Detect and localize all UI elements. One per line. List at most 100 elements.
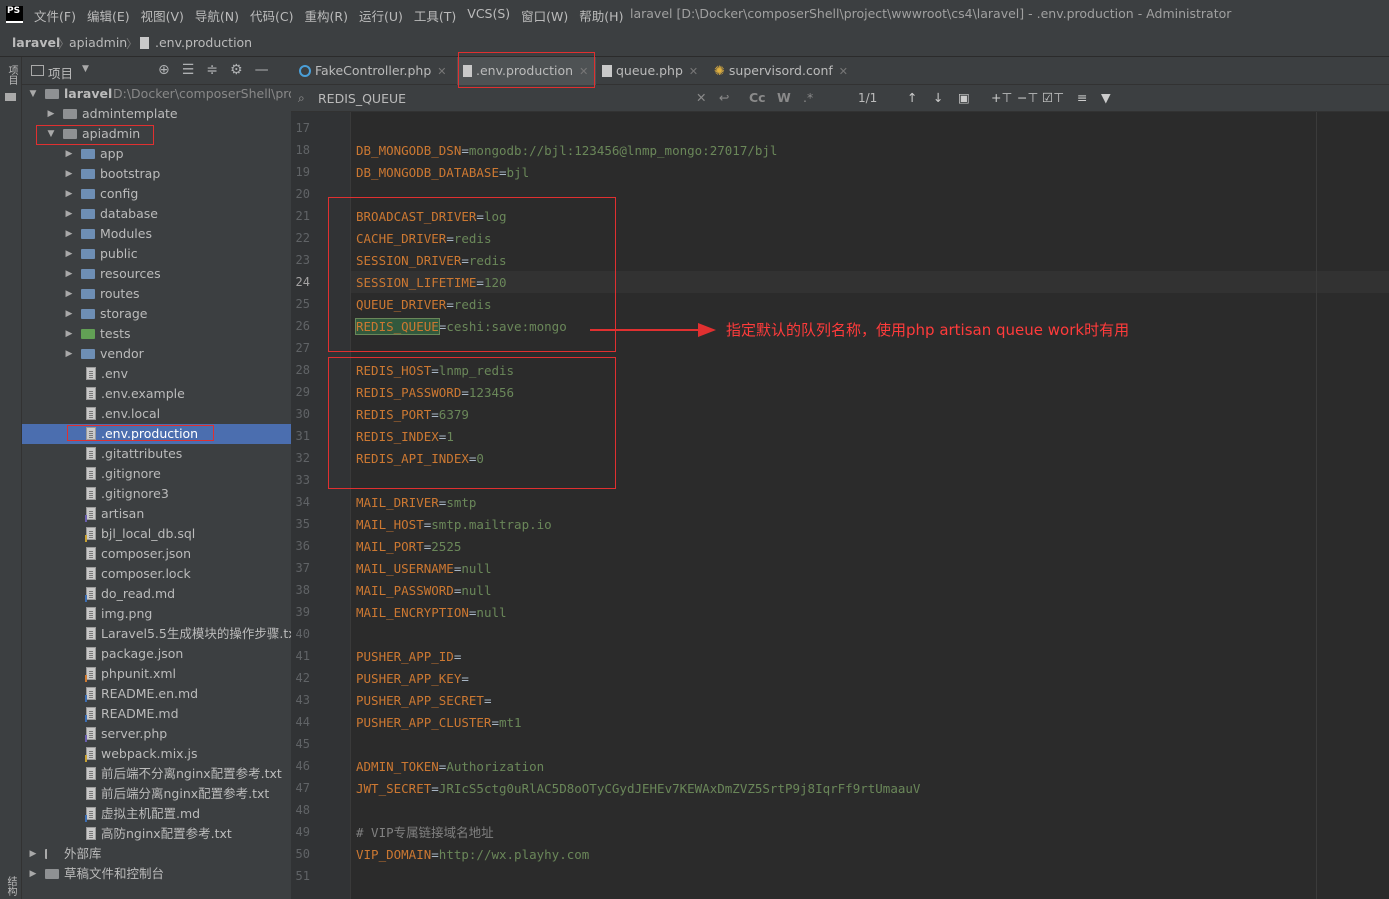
chevron-right-icon[interactable]: ▶ <box>28 864 38 884</box>
code-line[interactable]: VIP_DOMAIN=http://wx.playhy.com <box>356 844 589 866</box>
menu-item[interactable]: 导航(N) <box>195 6 239 25</box>
project-panel-title[interactable]: 项目 <box>48 63 73 82</box>
tree-folder-row[interactable]: ▶ storage <box>22 304 291 324</box>
tree-file-row[interactable]: .gitattributes <box>22 444 291 464</box>
breadcrumb-folder[interactable]: apiadmin <box>69 35 127 50</box>
tree-folder-row[interactable]: ▶ app <box>22 144 291 164</box>
tree-folder-row[interactable]: ▶ tests <box>22 324 291 344</box>
tree-file-row[interactable]: server.php <box>22 724 291 744</box>
search-icon[interactable]: ⌕ <box>298 91 305 106</box>
menu-item[interactable]: 代码(C) <box>250 6 293 25</box>
chevron-right-icon[interactable]: ▶ <box>64 304 74 324</box>
tab-supervisord-conf[interactable]: ✺ supervisord.conf ✕ <box>714 57 848 85</box>
arrow-down-icon[interactable]: ↓ <box>933 90 943 105</box>
tree-folder-row[interactable]: ▶ database <box>22 204 291 224</box>
arrow-up-icon[interactable]: ↑ <box>907 90 917 105</box>
locate-icon[interactable]: ⊕ <box>158 62 170 78</box>
tree-file-row[interactable]: README.en.md <box>22 684 291 704</box>
code-line[interactable]: MAIL_USERNAME=null <box>356 558 491 580</box>
tree-file-row[interactable]: .env.example <box>22 384 291 404</box>
tree-file-row[interactable]: do_read.md <box>22 584 291 604</box>
tree-file-row[interactable]: .env.local <box>22 404 291 424</box>
clear-icon[interactable]: ✕ <box>696 90 706 105</box>
tree-file-row[interactable]: 前后端不分离nginx配置参考.txt <box>22 764 291 784</box>
chevron-right-icon[interactable]: ▶ <box>64 264 74 284</box>
breadcrumb-file[interactable]: .env.production <box>155 35 252 50</box>
menu-item[interactable]: 运行(U) <box>359 6 403 25</box>
code-line[interactable]: DB_MONGODB_DSN=mongodb://bjl:123456@lnmp… <box>356 140 777 162</box>
menu-item[interactable]: 帮助(H) <box>579 6 623 25</box>
tree-folder-row[interactable]: ▶ 外部库 <box>22 844 291 864</box>
chevron-down-icon[interactable]: ▼ <box>82 64 89 74</box>
menu-item[interactable]: 文件(F) <box>34 6 76 25</box>
words-button[interactable]: W <box>777 90 791 105</box>
chevron-right-icon[interactable]: ▶ <box>64 164 74 184</box>
tree-folder-row[interactable]: ▶ public <box>22 244 291 264</box>
code-line[interactable]: MAIL_HOST=smtp.mailtrap.io <box>356 514 552 536</box>
tree-folder-row[interactable]: ▶ bootstrap <box>22 164 291 184</box>
tree-file-row[interactable]: 虚拟主机配置.md <box>22 804 291 824</box>
tree-folder-row[interactable]: ▶ resources <box>22 264 291 284</box>
tree-folder-row[interactable]: ▶ vendor <box>22 344 291 364</box>
tree-folder-row[interactable]: ▶ Modules <box>22 224 291 244</box>
code-line[interactable]: PUSHER_APP_SECRET= <box>356 690 491 712</box>
remove-occurrence-icon[interactable]: −⊤ <box>1017 90 1038 105</box>
tree-file-row[interactable]: phpunit.xml <box>22 664 291 684</box>
new-line-icon[interactable]: ↩ <box>719 90 729 105</box>
tree-folder-row[interactable]: ▶ routes <box>22 284 291 304</box>
code-line[interactable]: MAIL_DRIVER=smtp <box>356 492 476 514</box>
regex-button[interactable]: .* <box>803 90 813 105</box>
filter-icon[interactable]: ▼ <box>1101 90 1111 105</box>
select-all-icon[interactable]: ▣ <box>958 90 970 105</box>
tree-folder-row[interactable]: ▶ config <box>22 184 291 204</box>
gear-icon[interactable]: ⚙ <box>230 62 243 78</box>
menu-item[interactable]: 窗口(W) <box>521 6 568 25</box>
tree-file-row[interactable]: composer.lock <box>22 564 291 584</box>
chevron-right-icon[interactable]: ▶ <box>64 224 74 244</box>
chevron-right-icon[interactable]: ▶ <box>64 344 74 364</box>
tree-file-row[interactable]: README.md <box>22 704 291 724</box>
tree-file-row[interactable]: .gitignore3 <box>22 484 291 504</box>
code-line[interactable]: DB_MONGODB_DATABASE=bjl <box>356 162 529 184</box>
tree-file-row[interactable]: Laravel5.5生成模块的操作步骤.txt <box>22 624 291 644</box>
code-line[interactable]: # VIP专属链接域名地址 <box>356 822 494 844</box>
filter-search-icon[interactable]: ≡ <box>1077 90 1087 105</box>
tab-queue-php[interactable]: queue.php ✕ <box>602 57 698 85</box>
chevron-right-icon[interactable]: ▶ <box>46 104 56 124</box>
tree-file-row[interactable]: .env <box>22 364 291 384</box>
menu-item[interactable]: 编辑(E) <box>87 6 130 25</box>
chevron-right-icon[interactable]: ▶ <box>64 144 74 164</box>
menu-item[interactable]: VCS(S) <box>467 6 510 25</box>
add-occurrence-icon[interactable]: +⊤ <box>991 90 1012 105</box>
select-all-occurrences-icon[interactable]: ☑⊤ <box>1042 90 1064 105</box>
chevron-right-icon[interactable]: ▶ <box>64 284 74 304</box>
code-line[interactable]: PUSHER_APP_ID= <box>356 646 461 668</box>
close-icon[interactable]: ✕ <box>689 65 698 78</box>
search-input[interactable]: REDIS_QUEUE <box>318 91 406 106</box>
tree-file-row[interactable]: 前后端分离nginx配置参考.txt <box>22 784 291 804</box>
code-line[interactable]: MAIL_PASSWORD=null <box>356 580 491 602</box>
tree-file-row[interactable]: img.png <box>22 604 291 624</box>
code-line[interactable]: PUSHER_APP_CLUSTER=mt1 <box>356 712 522 734</box>
chevron-right-icon[interactable]: ▶ <box>64 324 74 344</box>
tree-file-row[interactable]: bjl_local_db.sql <box>22 524 291 544</box>
close-icon[interactable]: ✕ <box>437 65 446 78</box>
breadcrumb-root[interactable]: laravel <box>12 35 60 50</box>
chevron-right-icon[interactable]: ▶ <box>64 204 74 224</box>
code-line[interactable]: ADMIN_TOKEN=Authorization <box>356 756 544 778</box>
structure-tool-button[interactable]: 结构 <box>3 876 18 896</box>
tree-file-row[interactable]: package.json <box>22 644 291 664</box>
tree-root-row[interactable]: ▼ laravel D:\Docker\composerShell\proj <box>22 84 291 104</box>
tree-file-row[interactable]: 高防nginx配置参考.txt <box>22 824 291 844</box>
expand-all-icon[interactable]: ☰ <box>182 62 195 78</box>
code-line[interactable]: JWT_SECRET=JRIcS5ctg0uRlAC5D8oOTyCGydJEH… <box>356 778 920 800</box>
chevron-right-icon[interactable]: ▶ <box>64 244 74 264</box>
tree-folder-row[interactable]: ▶ admintemplate <box>22 104 291 124</box>
tree-file-row[interactable]: composer.json <box>22 544 291 564</box>
chevron-down-icon[interactable]: ▼ <box>28 84 38 104</box>
collapse-all-icon[interactable]: ≑ <box>206 62 218 78</box>
code-line[interactable]: MAIL_ENCRYPTION=null <box>356 602 507 624</box>
chevron-right-icon[interactable]: ▶ <box>64 184 74 204</box>
tree-file-row[interactable]: webpack.mix.js <box>22 744 291 764</box>
tab-fakecontroller[interactable]: FakeController.php ✕ <box>299 57 447 85</box>
